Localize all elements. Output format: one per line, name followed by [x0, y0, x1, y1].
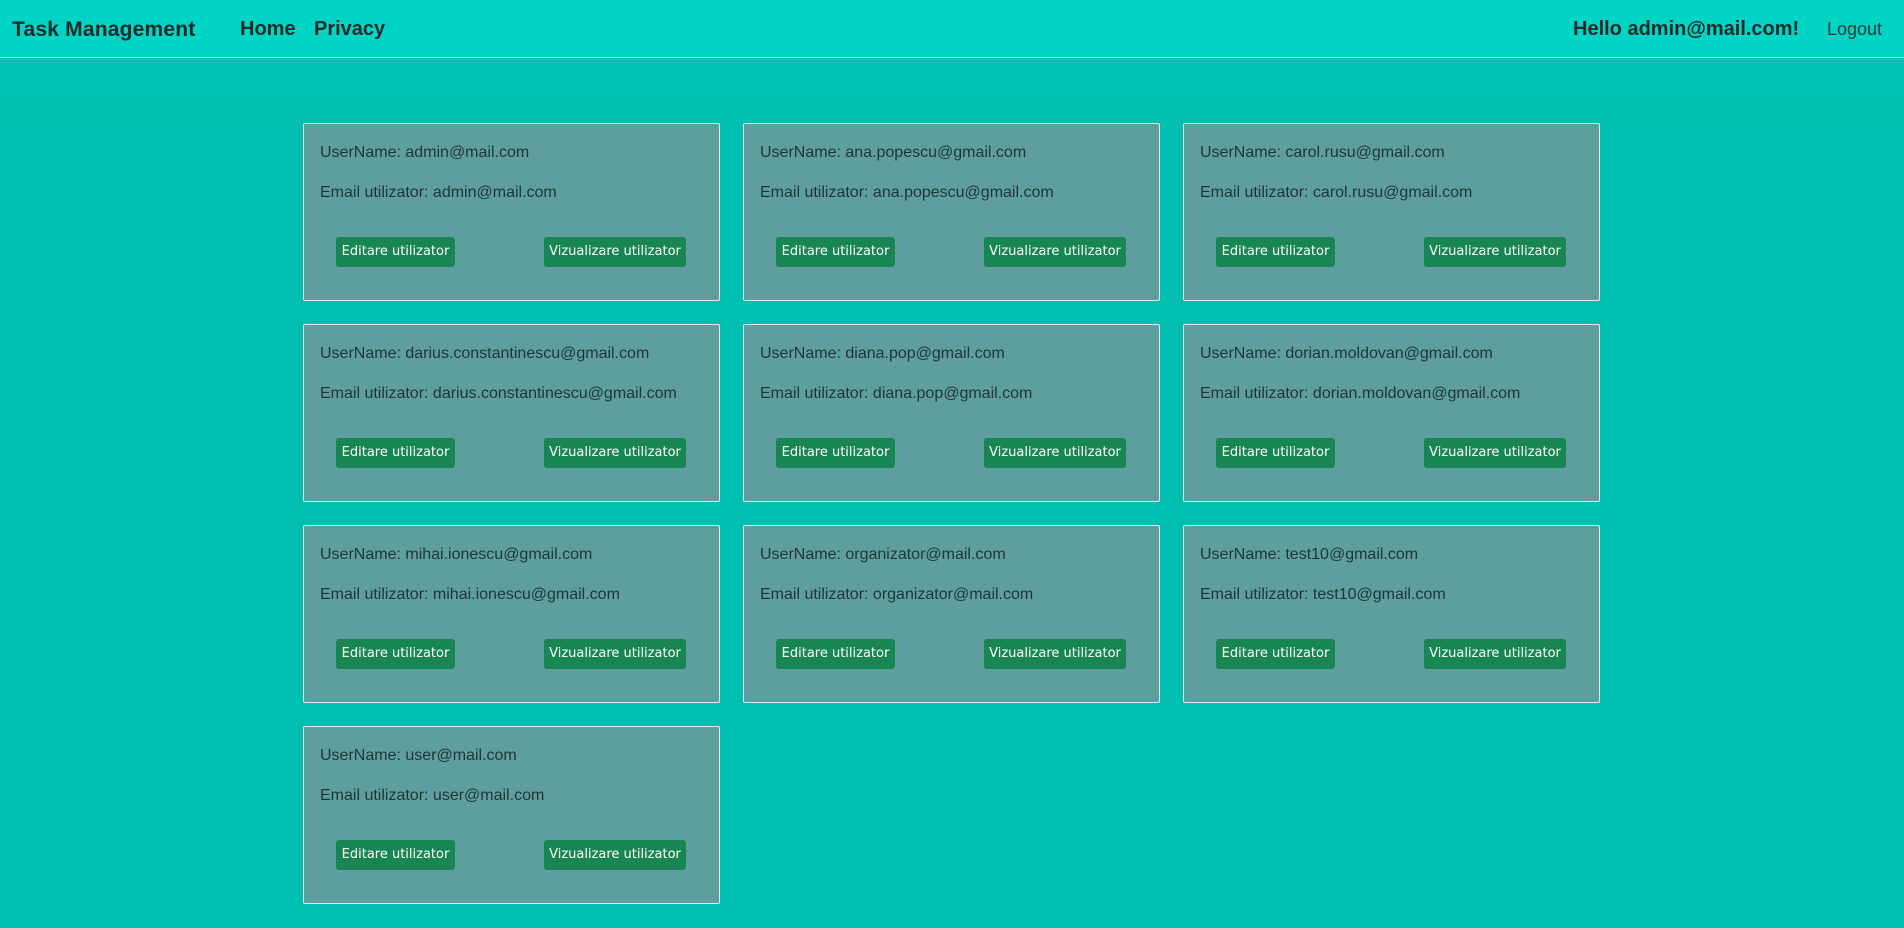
username-label: UserName: [1200, 144, 1286, 161]
user-card: UserName: diana.pop@gmail.com Email util… [743, 324, 1160, 502]
email-line: Email utilizator: admin@mail.com [320, 184, 557, 202]
edit-user-button[interactable]: Editare utilizator [776, 438, 895, 468]
email-line: Email utilizator: diana.pop@gmail.com [760, 385, 1032, 403]
username-line: UserName: test10@gmail.com [1200, 546, 1418, 564]
email-line: Email utilizator: test10@gmail.com [1200, 586, 1446, 604]
email-label: Email utilizator: [760, 385, 873, 402]
username-label: UserName: [320, 747, 406, 764]
edit-user-button[interactable]: Editare utilizator [776, 639, 895, 669]
email-value: carol.rusu@gmail.com [1312, 184, 1473, 201]
view-user-button[interactable]: Vizualizare utilizator [544, 237, 686, 267]
user-card: UserName: mihai.ionescu@gmail.com Email … [303, 525, 720, 703]
user-card: UserName: carol.rusu@gmail.com Email uti… [1183, 123, 1600, 301]
username-label: UserName: [1200, 345, 1286, 362]
email-label: Email utilizator: [320, 385, 433, 402]
edit-user-button[interactable]: Editare utilizator [776, 237, 895, 267]
email-line: Email utilizator: dorian.moldovan@gmail.… [1200, 385, 1520, 403]
nav-link-home[interactable]: Home [240, 18, 296, 41]
edit-user-button[interactable]: Editare utilizator [336, 237, 455, 267]
view-user-button[interactable]: Vizualizare utilizator [544, 639, 686, 669]
username-value: dorian.moldovan@gmail.com [1285, 345, 1493, 362]
username-line: UserName: mihai.ionescu@gmail.com [320, 546, 592, 564]
username-line: UserName: dorian.moldovan@gmail.com [1200, 345, 1493, 363]
view-user-button[interactable]: Vizualizare utilizator [984, 237, 1126, 267]
top-navbar: Task Management Home Privacy Hello admin… [0, 0, 1904, 58]
username-label: UserName: [320, 144, 406, 161]
username-label: UserName: [760, 345, 846, 362]
username-line: UserName: organizator@mail.com [760, 546, 1006, 564]
email-value: user@mail.com [432, 787, 545, 804]
user-card: UserName: user@mail.com Email utilizator… [303, 726, 720, 904]
email-label: Email utilizator: [1200, 385, 1313, 402]
username-value: diana.pop@gmail.com [845, 345, 1005, 362]
view-user-button[interactable]: Vizualizare utilizator [1424, 639, 1566, 669]
brand-title[interactable]: Task Management [12, 18, 196, 42]
username-line: UserName: darius.constantinescu@gmail.co… [320, 345, 649, 363]
user-card: UserName: admin@mail.com Email utilizato… [303, 123, 720, 301]
user-card: UserName: darius.constantinescu@gmail.co… [303, 324, 720, 502]
username-value: darius.constantinescu@gmail.com [405, 345, 650, 362]
email-value: mihai.ionescu@gmail.com [432, 586, 620, 603]
email-value: diana.pop@gmail.com [872, 385, 1033, 402]
edit-user-button[interactable]: Editare utilizator [1216, 237, 1335, 267]
email-line: Email utilizator: ana.popescu@gmail.com [760, 184, 1054, 202]
email-value: admin@mail.com [432, 184, 557, 201]
view-user-button[interactable]: Vizualizare utilizator [984, 639, 1126, 669]
email-value: ana.popescu@gmail.com [872, 184, 1054, 201]
email-value: dorian.moldovan@gmail.com [1312, 385, 1521, 402]
edit-user-button[interactable]: Editare utilizator [1216, 639, 1335, 669]
view-user-button[interactable]: Vizualizare utilizator [544, 840, 686, 870]
username-line: UserName: ana.popescu@gmail.com [760, 144, 1026, 162]
username-label: UserName: [760, 144, 846, 161]
user-card: UserName: test10@gmail.com Email utiliza… [1183, 525, 1600, 703]
user-card-grid: UserName: admin@mail.com Email utilizato… [303, 123, 1600, 904]
user-card: UserName: ana.popescu@gmail.com Email ut… [743, 123, 1160, 301]
email-line: Email utilizator: darius.constantinescu@… [320, 385, 677, 403]
username-value: mihai.ionescu@gmail.com [405, 546, 593, 563]
user-card: UserName: organizator@mail.com Email uti… [743, 525, 1160, 703]
username-line: UserName: carol.rusu@gmail.com [1200, 144, 1445, 162]
username-value: organizator@mail.com [845, 546, 1006, 563]
username-line: UserName: user@mail.com [320, 747, 517, 765]
username-label: UserName: [320, 345, 406, 362]
edit-user-button[interactable]: Editare utilizator [1216, 438, 1335, 468]
email-line: Email utilizator: mihai.ionescu@gmail.co… [320, 586, 620, 604]
view-user-button[interactable]: Vizualizare utilizator [1424, 438, 1566, 468]
email-value: organizator@mail.com [872, 586, 1034, 603]
username-line: UserName: admin@mail.com [320, 144, 529, 162]
view-user-button[interactable]: Vizualizare utilizator [544, 438, 686, 468]
username-line: UserName: diana.pop@gmail.com [760, 345, 1005, 363]
username-label: UserName: [760, 546, 846, 563]
email-line: Email utilizator: carol.rusu@gmail.com [1200, 184, 1472, 202]
view-user-button[interactable]: Vizualizare utilizator [984, 438, 1126, 468]
email-label: Email utilizator: [760, 586, 873, 603]
user-greeting[interactable]: Hello admin@mail.com! [1573, 18, 1799, 41]
username-label: UserName: [320, 546, 406, 563]
email-value: test10@gmail.com [1312, 586, 1446, 603]
edit-user-button[interactable]: Editare utilizator [336, 639, 455, 669]
email-label: Email utilizator: [1200, 586, 1313, 603]
email-label: Email utilizator: [320, 184, 433, 201]
username-value: test10@gmail.com [1285, 546, 1419, 563]
email-label: Email utilizator: [1200, 184, 1313, 201]
username-value: ana.popescu@gmail.com [845, 144, 1027, 161]
username-label: UserName: [1200, 546, 1286, 563]
email-label: Email utilizator: [760, 184, 873, 201]
user-card: UserName: dorian.moldovan@gmail.com Emai… [1183, 324, 1600, 502]
email-line: Email utilizator: organizator@mail.com [760, 586, 1033, 604]
view-user-button[interactable]: Vizualizare utilizator [1424, 237, 1566, 267]
edit-user-button[interactable]: Editare utilizator [336, 438, 455, 468]
username-value: carol.rusu@gmail.com [1285, 144, 1445, 161]
username-value: admin@mail.com [405, 144, 530, 161]
edit-user-button[interactable]: Editare utilizator [336, 840, 455, 870]
username-value: user@mail.com [405, 747, 517, 764]
email-label: Email utilizator: [320, 787, 433, 804]
logout-button[interactable]: Logout [1827, 19, 1882, 40]
email-line: Email utilizator: user@mail.com [320, 787, 544, 805]
email-value: darius.constantinescu@gmail.com [432, 385, 677, 402]
email-label: Email utilizator: [320, 586, 433, 603]
nav-link-privacy[interactable]: Privacy [314, 18, 385, 41]
